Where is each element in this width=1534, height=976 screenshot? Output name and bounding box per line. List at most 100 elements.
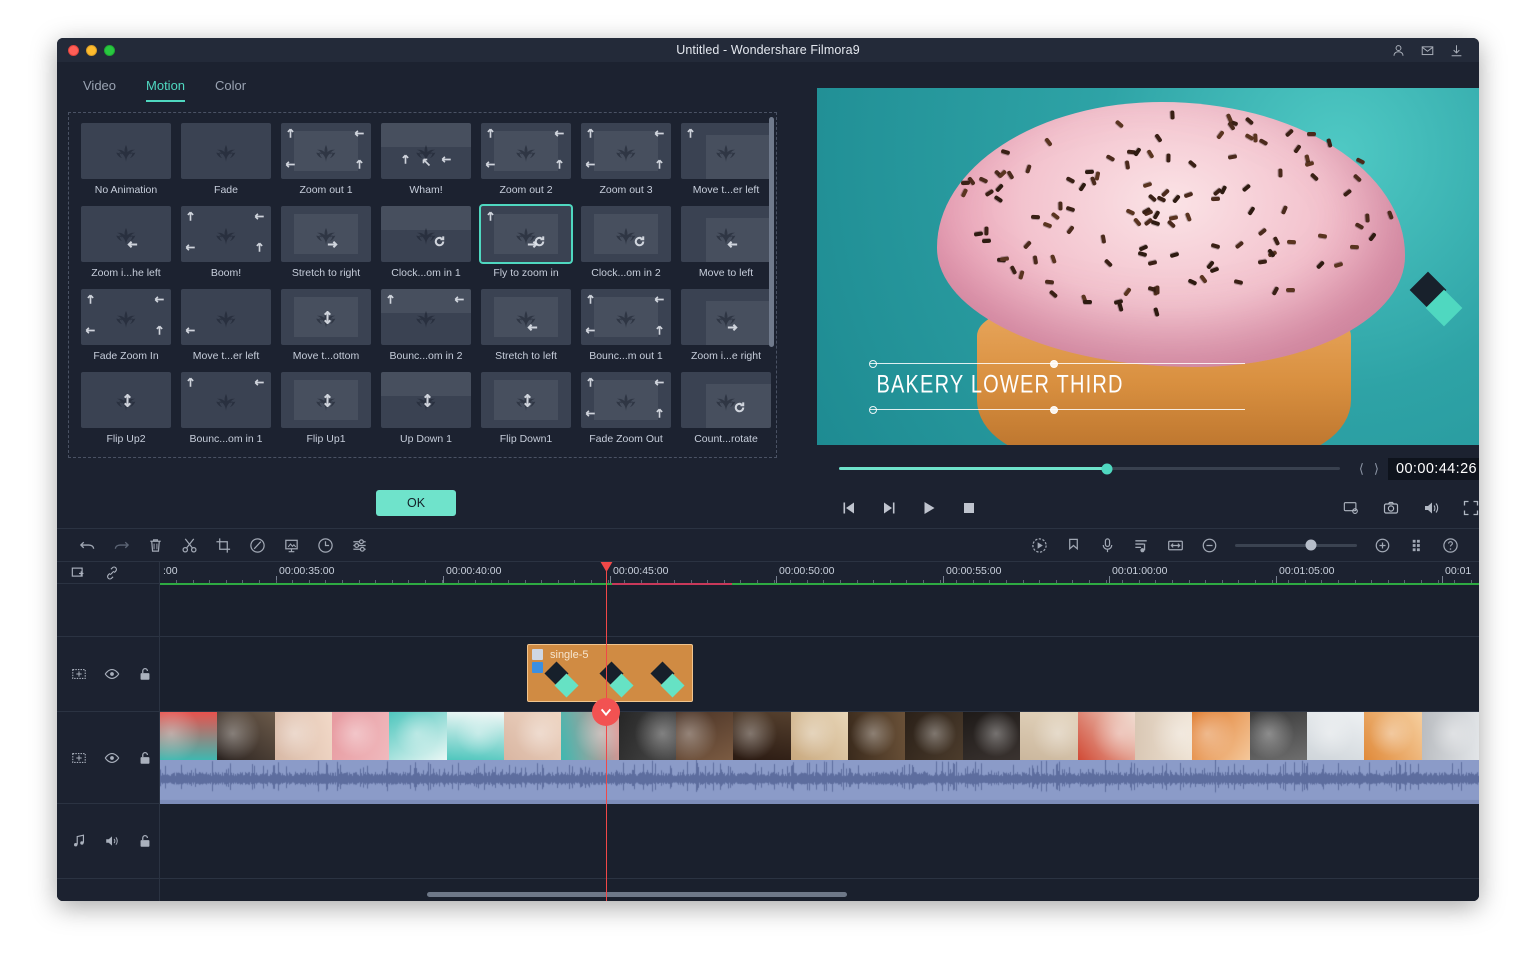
animation-preset[interactable]: Count...rotate xyxy=(681,372,771,445)
ok-button[interactable]: OK xyxy=(376,490,456,516)
animation-preset[interactable]: Bounc...om in 1 xyxy=(181,372,271,445)
tab-video[interactable]: Video xyxy=(83,78,116,102)
video-track-2[interactable]: single-5 xyxy=(160,637,1479,712)
animation-preset[interactable]: Fade Zoom In xyxy=(81,289,171,362)
microphone-icon[interactable] xyxy=(1099,537,1116,554)
audio-mixer-icon[interactable] xyxy=(1133,537,1150,554)
unlock-icon[interactable] xyxy=(137,833,153,849)
step-forward-icon[interactable] xyxy=(881,500,897,516)
animation-preset[interactable]: Clock...om in 1 xyxy=(381,206,471,279)
eye-icon[interactable] xyxy=(104,666,120,682)
split-icon[interactable] xyxy=(181,537,198,554)
window-controls[interactable] xyxy=(68,45,115,56)
track-header-audio[interactable] xyxy=(57,804,159,879)
audio-track[interactable] xyxy=(160,804,1479,879)
play-icon[interactable] xyxy=(921,500,937,516)
animation-preset[interactable]: Stretch to right xyxy=(281,206,371,279)
fullscreen-icon[interactable] xyxy=(1463,500,1479,516)
animation-preset[interactable]: Bounc...m out 1 xyxy=(581,289,671,362)
animation-preset[interactable]: Zoom i...e right xyxy=(681,289,771,362)
volume-icon[interactable] xyxy=(1423,500,1439,516)
timeline-ruler[interactable]: :0000:00:35:0000:00:40:0000:00:45:0000:0… xyxy=(160,562,1479,584)
animation-preset[interactable]: Zoom out 2 xyxy=(481,123,571,196)
audio-waveform-strip[interactable] xyxy=(160,760,1479,804)
unlock-icon[interactable] xyxy=(137,666,153,682)
prev-marker-icon[interactable]: ⟨ xyxy=(1354,461,1369,477)
maximize-button[interactable] xyxy=(104,45,115,56)
animation-preset[interactable]: Zoom out 1 xyxy=(281,123,371,196)
eye-icon[interactable] xyxy=(104,750,120,766)
animation-preset[interactable]: Flip Down1 xyxy=(481,372,571,445)
sprinkle xyxy=(1318,233,1328,238)
track-type-icon[interactable] xyxy=(71,666,87,682)
snapshot-icon[interactable] xyxy=(1383,500,1399,516)
ruler-minor-tick xyxy=(408,580,409,583)
speed-icon[interactable] xyxy=(317,537,334,554)
animation-preset[interactable]: Zoom i...he left xyxy=(81,206,171,279)
track-type-icon[interactable] xyxy=(71,750,87,766)
step-backward-icon[interactable] xyxy=(841,500,857,516)
marker-icon[interactable] xyxy=(1065,537,1082,554)
sprinkle xyxy=(1153,307,1159,317)
screen-settings-icon[interactable] xyxy=(1343,500,1359,516)
timeline-zoom-handle[interactable] xyxy=(1305,540,1316,551)
video-preview[interactable]: BAKERY LOWER THIRD xyxy=(817,88,1479,445)
render-preview-icon[interactable] xyxy=(1408,537,1425,554)
animation-preset[interactable]: Fly to zoom in xyxy=(481,206,571,279)
timeline-horizontal-scrollbar[interactable] xyxy=(427,892,847,897)
help-icon[interactable] xyxy=(1442,537,1459,554)
music-icon[interactable] xyxy=(71,833,87,849)
overlay-track[interactable] xyxy=(160,584,1479,637)
stop-icon[interactable] xyxy=(961,500,977,516)
download-icon[interactable] xyxy=(1450,44,1463,57)
track-header-video-1[interactable] xyxy=(57,712,159,804)
animation-preset[interactable]: No Animation xyxy=(81,123,171,196)
video-thumbnail-strip[interactable] xyxy=(160,712,1479,760)
animation-preset[interactable]: Up Down 1 xyxy=(381,372,471,445)
animation-preset[interactable]: Boom! xyxy=(181,206,271,279)
green-screen-icon[interactable] xyxy=(283,537,300,554)
timeline-clip-single-5[interactable]: single-5 xyxy=(527,644,693,702)
add-track-icon[interactable] xyxy=(71,565,87,581)
mail-icon[interactable] xyxy=(1421,44,1434,57)
fit-timeline-icon[interactable] xyxy=(1167,537,1184,554)
minimize-button[interactable] xyxy=(86,45,97,56)
animation-preset[interactable]: Clock...om in 2 xyxy=(581,206,671,279)
seek-handle[interactable] xyxy=(1101,463,1112,474)
animation-preset[interactable]: Move t...ottom xyxy=(281,289,371,362)
redo-icon[interactable] xyxy=(113,537,130,554)
speaker-icon[interactable] xyxy=(104,833,120,849)
animation-preset[interactable]: Zoom out 3 xyxy=(581,123,671,196)
link-icon[interactable] xyxy=(104,565,120,581)
zoom-out-icon[interactable] xyxy=(1201,537,1218,554)
animation-preset[interactable]: Flip Up2 xyxy=(81,372,171,445)
record-voiceover-icon[interactable] xyxy=(1031,537,1048,554)
animation-scrollbar[interactable] xyxy=(769,117,774,347)
seek-slider[interactable] xyxy=(839,467,1340,470)
crop-icon[interactable] xyxy=(215,537,232,554)
next-marker-icon[interactable]: ⟩ xyxy=(1369,461,1384,477)
video-track-1[interactable] xyxy=(160,712,1479,804)
animation-preset[interactable]: Wham! xyxy=(381,123,471,196)
animation-preset[interactable]: Flip Up1 xyxy=(281,372,371,445)
timeline-zoom-slider[interactable] xyxy=(1235,544,1357,547)
animation-preset[interactable]: Bounc...om in 2 xyxy=(381,289,471,362)
animation-preset[interactable]: Fade xyxy=(181,123,271,196)
zoom-in-icon[interactable] xyxy=(1374,537,1391,554)
animation-preset[interactable]: Move t...er left xyxy=(681,123,771,196)
undo-icon[interactable] xyxy=(79,537,96,554)
tracks-area[interactable]: :0000:00:35:0000:00:40:0000:00:45:0000:0… xyxy=(160,562,1479,901)
animation-preset[interactable]: Move t...er left xyxy=(181,289,271,362)
account-icon[interactable] xyxy=(1392,44,1405,57)
adjust-icon[interactable] xyxy=(351,537,368,554)
animation-preset[interactable]: Fade Zoom Out xyxy=(581,372,671,445)
tab-motion[interactable]: Motion xyxy=(146,78,185,102)
animation-preset[interactable]: Move to left xyxy=(681,206,771,279)
delete-icon[interactable] xyxy=(147,537,164,554)
track-header-video-2[interactable] xyxy=(57,637,159,712)
close-button[interactable] xyxy=(68,45,79,56)
color-icon[interactable] xyxy=(249,537,266,554)
animation-preset[interactable]: Stretch to left xyxy=(481,289,571,362)
tab-color[interactable]: Color xyxy=(215,78,246,102)
unlock-icon[interactable] xyxy=(137,750,153,766)
